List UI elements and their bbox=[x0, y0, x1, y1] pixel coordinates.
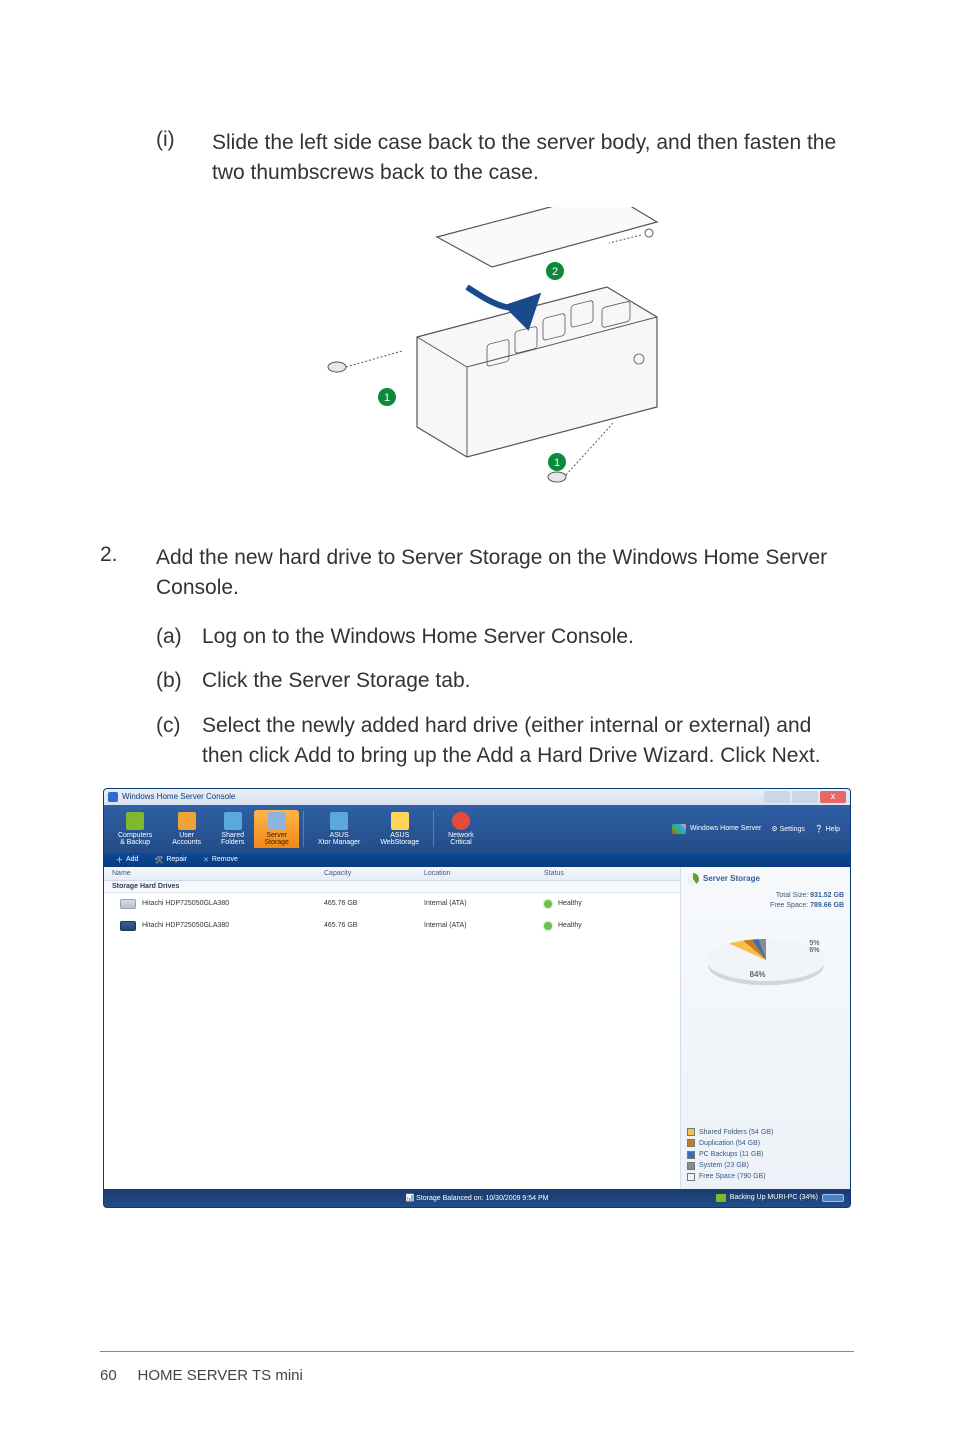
tab-server-storage[interactable]: Server Storage bbox=[254, 810, 299, 848]
callout-1b: 1 bbox=[554, 457, 560, 469]
main-toolbar: Computers & Backup User Accounts Shared … bbox=[104, 805, 850, 853]
substep-c-label: (c) bbox=[156, 711, 188, 772]
drive-list: Name Capacity Location Status Storage Ha… bbox=[104, 867, 680, 1189]
header-location[interactable]: Location bbox=[424, 870, 544, 877]
computers-icon bbox=[126, 812, 144, 830]
healthy-status-icon bbox=[544, 900, 552, 908]
substep-b-text: Click the Server Storage tab. bbox=[202, 666, 854, 696]
healthy-status-icon bbox=[544, 922, 552, 930]
window-title: Windows Home Server Console bbox=[122, 792, 235, 801]
repair-button[interactable]: 🛠Repair bbox=[148, 856, 193, 864]
whs-console-screenshot: Windows Home Server Console x Computers … bbox=[103, 788, 851, 1208]
minimize-button[interactable] bbox=[764, 791, 790, 803]
status-bar: 📊 Storage Balanced on: 10/30/2009 9:54 P… bbox=[104, 1189, 850, 1207]
users-icon bbox=[178, 812, 196, 830]
tab-asus-webstorage[interactable]: ASUS WebStorage bbox=[370, 810, 429, 848]
callout-2: 2 bbox=[552, 266, 558, 278]
help-link[interactable]: ❔ Help bbox=[815, 825, 840, 833]
close-button[interactable]: x bbox=[820, 791, 846, 803]
callout-1: 1 bbox=[384, 392, 390, 404]
column-headers: Name Capacity Location Status bbox=[104, 867, 680, 881]
header-name[interactable]: Name bbox=[104, 870, 324, 877]
substep-i-label: (i) bbox=[156, 128, 190, 189]
backup-progress-text: Backing Up MURI-PC (34%) bbox=[730, 1194, 818, 1201]
page-footer: 60 HOME SERVER TS mini bbox=[100, 1367, 303, 1384]
storage-pie-chart: 5% 6% 84% bbox=[706, 930, 826, 1010]
tab-user-accounts[interactable]: User Accounts bbox=[162, 810, 211, 848]
server-storage-panel: Server Storage Total Size: 931.52 GB Fre… bbox=[680, 867, 850, 1189]
progress-bar bbox=[822, 1194, 844, 1202]
tab-network[interactable]: Network Critical bbox=[438, 810, 484, 848]
header-status[interactable]: Status bbox=[544, 870, 664, 877]
settings-link[interactable]: ⚙ Settings bbox=[771, 825, 805, 833]
network-critical-icon bbox=[452, 812, 470, 830]
webstorage-icon bbox=[391, 812, 409, 830]
xtor-icon bbox=[330, 812, 348, 830]
page-number: 60 bbox=[100, 1367, 117, 1384]
substep-b-label: (b) bbox=[156, 666, 188, 696]
tab-shared-folders[interactable]: Shared Folders bbox=[211, 810, 254, 848]
whs-brand: Windows Home Server bbox=[672, 824, 762, 834]
substep-c-text: Select the newly added hard drive (eithe… bbox=[202, 711, 854, 772]
folders-icon bbox=[224, 812, 242, 830]
panel-title: Server Storage bbox=[703, 874, 760, 883]
remove-button[interactable]: ✕Remove bbox=[197, 856, 244, 864]
backup-pc-icon bbox=[716, 1194, 726, 1202]
case-assembly-diagram: 1 1 2 bbox=[267, 207, 687, 507]
pie-legend: Shared Folders (54 GB) Duplication (54 G… bbox=[687, 1127, 844, 1183]
tab-asus-xtor[interactable]: ASUS Xtor Manager bbox=[308, 810, 370, 848]
doc-title: HOME SERVER TS mini bbox=[138, 1367, 303, 1384]
window-titlebar: Windows Home Server Console x bbox=[104, 789, 850, 805]
group-storage-hard-drives: Storage Hard Drives bbox=[104, 881, 680, 893]
substep-a-text: Log on to the Windows Home Server Consol… bbox=[202, 622, 854, 652]
tab-computers-backup[interactable]: Computers & Backup bbox=[108, 810, 162, 848]
drive-tray-icon bbox=[120, 921, 136, 931]
action-subbar: ＋Add 🛠Repair ✕Remove bbox=[104, 853, 850, 867]
pie-icon bbox=[687, 873, 699, 885]
step-2-text: Add the new hard drive to Server Storage… bbox=[156, 543, 854, 604]
drive-icon bbox=[120, 899, 136, 909]
drive-row[interactable]: Hitachi HDP725050GLA380 465.76 GB Intern… bbox=[104, 893, 680, 915]
maximize-button[interactable] bbox=[792, 791, 818, 803]
add-button[interactable]: ＋Add bbox=[110, 855, 144, 865]
drive-row[interactable]: Hitachi HDP725050GLA380 465.76 GB Intern… bbox=[104, 915, 680, 937]
footer-rule bbox=[100, 1351, 854, 1352]
header-capacity[interactable]: Capacity bbox=[324, 870, 424, 877]
app-icon bbox=[108, 792, 118, 802]
storage-icon bbox=[268, 812, 286, 830]
windows-flag-icon bbox=[672, 824, 686, 834]
substep-i-text: Slide the left side case back to the ser… bbox=[212, 128, 854, 189]
step-2-number: 2. bbox=[100, 543, 134, 604]
substep-a-label: (a) bbox=[156, 622, 188, 652]
